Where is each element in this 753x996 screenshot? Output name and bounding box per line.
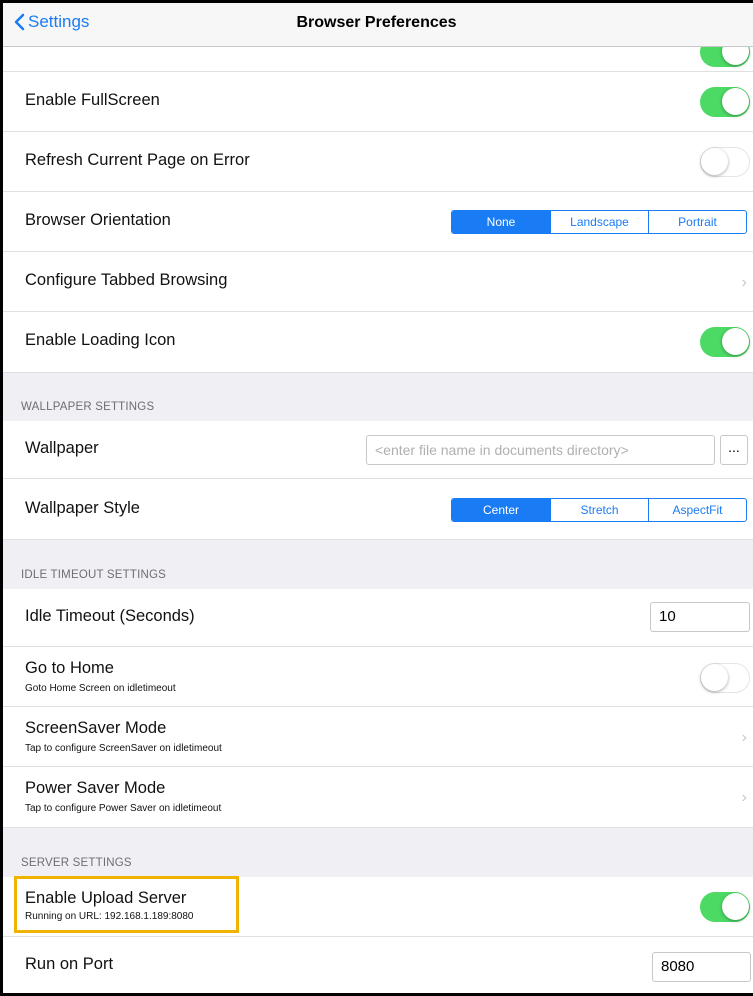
power-saver-row[interactable]: Power Saver Mode Tap to configure Power … bbox=[3, 767, 753, 828]
wallpaper-style-option-stretch[interactable]: Stretch bbox=[550, 499, 648, 521]
screensaver-subtitle: Tap to configure ScreenSaver on idletime… bbox=[25, 743, 222, 754]
orientation-option-none[interactable]: None bbox=[452, 211, 550, 233]
section-header: IDLE TIMEOUT SETTINGS bbox=[3, 540, 753, 589]
refresh-toggle[interactable] bbox=[700, 147, 750, 177]
wallpaper-style-segmented-control: Center Stretch AspectFit bbox=[451, 498, 747, 522]
navigation-bar: Settings Browser Preferences bbox=[0, 0, 753, 47]
section-header: WALLPAPER SETTINGS bbox=[3, 373, 753, 421]
chevron-right-icon: › bbox=[741, 729, 747, 746]
wallpaper-section-header: WALLPAPER SETTINGS bbox=[21, 401, 155, 413]
server-section-header: SERVER SETTINGS bbox=[21, 857, 132, 869]
orientation-label: Browser Orientation bbox=[25, 211, 171, 229]
loading-icon-label: Enable Loading Icon bbox=[25, 331, 176, 349]
browse-button[interactable]: ... bbox=[720, 435, 748, 465]
screensaver-row[interactable]: ScreenSaver Mode Tap to configure Screen… bbox=[3, 707, 753, 767]
go-home-toggle[interactable] bbox=[700, 663, 750, 693]
upload-server-toggle[interactable] bbox=[700, 892, 750, 922]
idle-timeout-row: Idle Timeout (Seconds) 10 bbox=[3, 589, 753, 647]
orientation-segmented-control: None Landscape Portrait bbox=[451, 210, 747, 234]
screensaver-label: ScreenSaver Mode bbox=[25, 719, 167, 737]
wallpaper-input[interactable]: <enter file name in documents directory> bbox=[366, 435, 715, 465]
power-saver-label: Power Saver Mode bbox=[25, 779, 166, 797]
tabbed-browsing-label: Configure Tabbed Browsing bbox=[25, 271, 228, 289]
power-saver-subtitle: Tap to configure Power Saver on idletime… bbox=[25, 803, 222, 814]
run-port-label: Run on Port bbox=[25, 955, 114, 973]
section-header: SERVER SETTINGS bbox=[3, 828, 753, 877]
idle-timeout-input[interactable]: 10 bbox=[650, 602, 750, 632]
highlight-box bbox=[14, 876, 239, 933]
loading-icon-row: Enable Loading Icon bbox=[3, 312, 753, 373]
chevron-right-icon: › bbox=[741, 274, 747, 291]
refresh-row: Refresh Current Page on Error bbox=[3, 132, 753, 192]
port-input[interactable]: 8080 bbox=[652, 952, 751, 982]
orientation-option-landscape[interactable]: Landscape bbox=[550, 211, 648, 233]
wallpaper-style-label: Wallpaper Style bbox=[25, 499, 140, 517]
refresh-label: Refresh Current Page on Error bbox=[25, 151, 250, 169]
wallpaper-style-option-aspectfit[interactable]: AspectFit bbox=[648, 499, 746, 521]
go-home-subtitle: Goto Home Screen on idletimeout bbox=[25, 683, 176, 694]
chevron-right-icon: › bbox=[741, 789, 747, 806]
wallpaper-row: Wallpaper <enter file name in documents … bbox=[3, 421, 753, 479]
tabbed-browsing-row[interactable]: Configure Tabbed Browsing › bbox=[3, 252, 753, 312]
page-title: Browser Preferences bbox=[296, 14, 457, 31]
wallpaper-style-option-center[interactable]: Center bbox=[452, 499, 550, 521]
go-home-row: Go to Home Goto Home Screen on idletimeo… bbox=[3, 647, 753, 707]
go-home-label: Go to Home bbox=[25, 659, 114, 677]
loading-icon-toggle[interactable] bbox=[700, 327, 750, 357]
wallpaper-style-row: Wallpaper Style Center Stretch AspectFit bbox=[3, 479, 753, 540]
fullscreen-toggle[interactable] bbox=[700, 87, 750, 117]
list-item bbox=[3, 37, 753, 72]
wallpaper-label: Wallpaper bbox=[25, 439, 99, 457]
run-port-row: Run on Port 8080 bbox=[3, 937, 753, 996]
idle-timeout-label: Idle Timeout (Seconds) bbox=[25, 607, 195, 625]
fullscreen-row: Enable FullScreen bbox=[3, 72, 753, 132]
orientation-row: Browser Orientation None Landscape Portr… bbox=[3, 192, 753, 252]
fullscreen-label: Enable FullScreen bbox=[25, 91, 160, 109]
idle-section-header: IDLE TIMEOUT SETTINGS bbox=[21, 569, 166, 581]
orientation-option-portrait[interactable]: Portrait bbox=[648, 211, 746, 233]
